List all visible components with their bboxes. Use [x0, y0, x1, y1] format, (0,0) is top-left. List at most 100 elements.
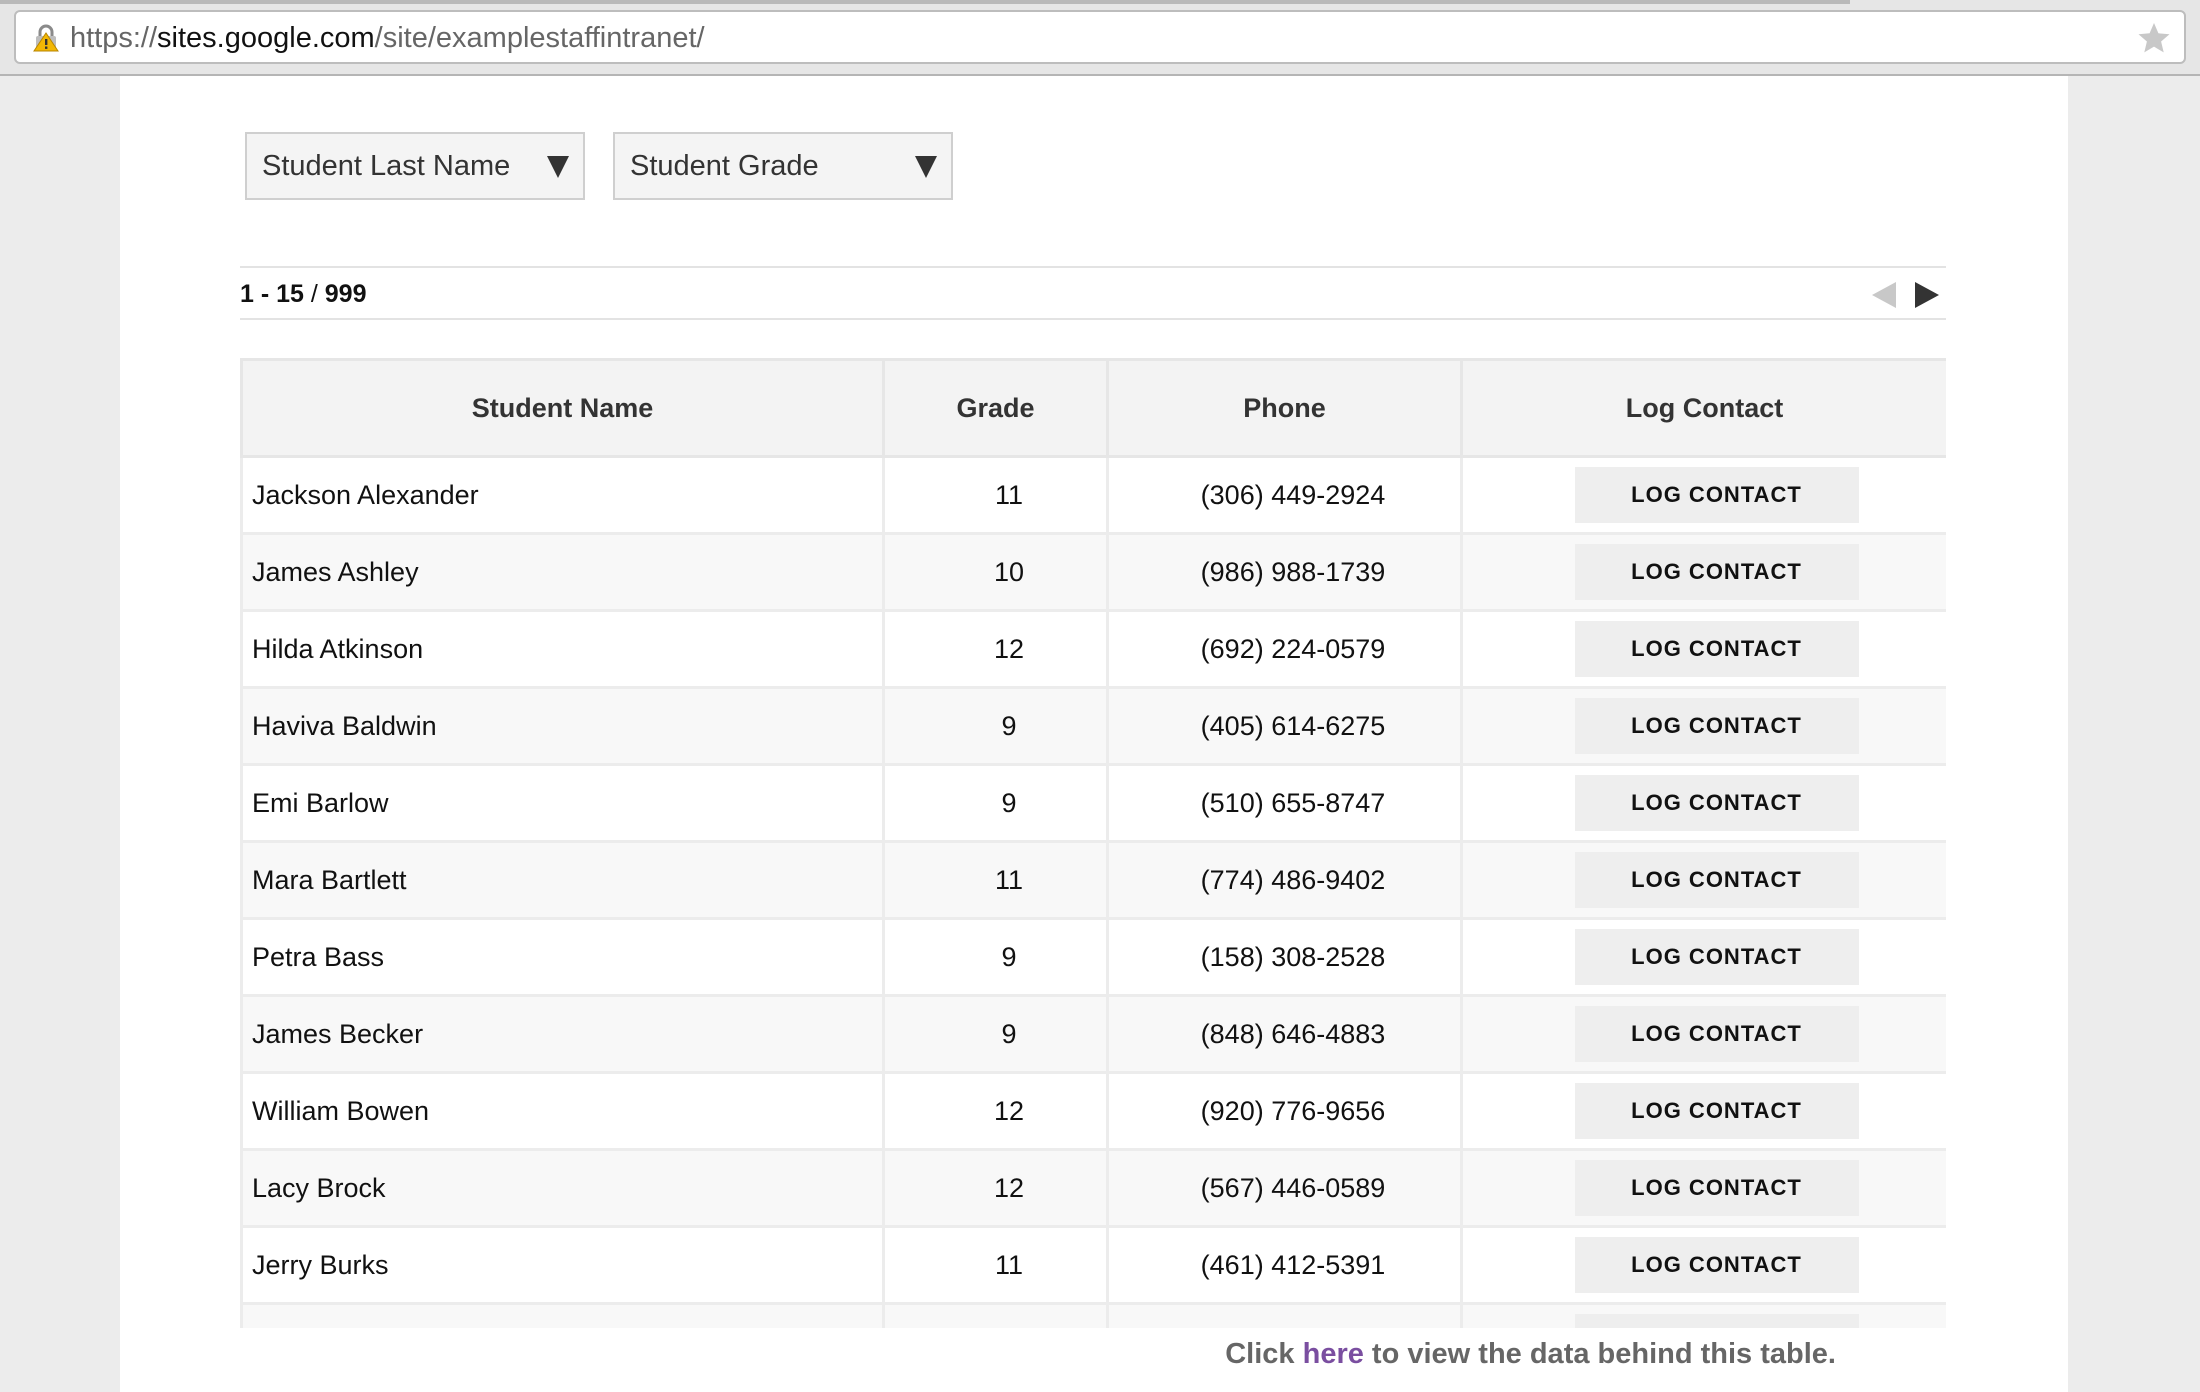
lock-warning-icon — [33, 24, 59, 52]
triangle-right-icon[interactable] — [1915, 282, 1939, 308]
log-contact-cell: LOG CONTACT — [1460, 994, 1946, 1074]
log-contact-cell: LOG CONTACT — [1460, 840, 1946, 920]
pagination-status: 1 - 15 / 999 — [240, 280, 367, 309]
log-contact-button[interactable]: LOG CONTACT — [1574, 929, 1859, 985]
log-contact-button[interactable]: LOG CONTACT — [1574, 775, 1859, 831]
grade-cell: 9 — [882, 686, 1109, 766]
footer-text-before: Click — [1225, 1338, 1303, 1370]
log-contact-button[interactable]: LOG CONTACT — [1574, 1160, 1859, 1216]
student-name-cell: Mara Bartlett — [240, 840, 885, 920]
student-name-cell: Jerry Burks — [240, 1225, 885, 1305]
grade-cell: 9 — [882, 763, 1109, 843]
log-contact-cell: LOG CONTACT — [1460, 917, 1946, 997]
url-path: /site/examplestaffintranet/ — [374, 22, 705, 54]
student-name-cell: Haviva Baldwin — [240, 686, 885, 766]
grade-cell: 12 — [882, 1148, 1109, 1228]
student-name-cell: Jackson Alexander — [240, 455, 885, 535]
log-contact-cell: LOG CONTACT — [1460, 532, 1946, 612]
student-name-cell: Petra Bass — [240, 917, 885, 997]
phone-cell: (461) 412-5391 — [1106, 1225, 1463, 1305]
table-header-row: Student Name Grade Phone Log Contact — [240, 358, 1946, 458]
log-contact-button[interactable]: LOG CONTACT — [1574, 1006, 1859, 1062]
url-scheme: https:// — [70, 22, 158, 54]
table-body: Jackson Alexander 11 (306) 449-2924 LOG CON… — [240, 455, 1946, 1328]
log-contact-button[interactable]: LOG CONTACT — [1574, 1083, 1859, 1139]
phone-cell: (774) 486-9402 — [1106, 840, 1463, 920]
phone-cell — [1106, 1302, 1463, 1328]
footer-note: Click here to view the data behind this … — [1225, 1338, 1836, 1371]
table-row: Haviva Baldwin 9 (405) 614-6275 LOG CONTACT — [240, 686, 1946, 766]
column-header-grade[interactable]: Grade — [882, 358, 1109, 458]
url-text[interactable]: https://sites.google.com/site/examplesta… — [70, 22, 705, 55]
triangle-left-icon[interactable] — [1872, 282, 1896, 308]
phone-cell: (848) 646-4883 — [1106, 994, 1463, 1074]
log-contact-cell: LOG CONTACT — [1460, 609, 1946, 689]
phone-cell: (567) 446-0589 — [1106, 1148, 1463, 1228]
table-row: James Becker 9 (848) 646-4883 LOG CONTACT — [240, 994, 1946, 1074]
log-contact-button[interactable]: LOG CONTACT — [1574, 698, 1859, 754]
grade-cell: 11 — [882, 455, 1109, 535]
last-name-filter-dropdown[interactable]: Student Last Name — [245, 132, 585, 200]
student-name-cell: William Bowen — [240, 1071, 885, 1151]
page-content: Student Last Name Student Grade 1 - 15 /… — [120, 76, 2068, 1392]
phone-cell: (692) 224-0579 — [1106, 609, 1463, 689]
log-contact-cell: LOG CONTACT — [1460, 763, 1946, 843]
table-row: William Bowen 12 (920) 776-9656 LOG CONTACT — [240, 1071, 1946, 1151]
grade-cell: 12 — [882, 609, 1109, 689]
pagination-bar: 1 - 15 / 999 — [240, 266, 1946, 320]
footer-text-after: to view the data behind this table. — [1363, 1338, 1836, 1370]
log-contact-button[interactable]: LOG CONTACT — [1574, 852, 1859, 908]
table-row — [240, 1302, 1946, 1328]
grade-cell: 10 — [882, 532, 1109, 612]
table-row: James Ashley 10 (986) 988-1739 LOG CONTACT — [240, 532, 1946, 612]
tab-strip — [0, 0, 1850, 4]
grade-cell — [882, 1302, 1109, 1328]
phone-cell: (158) 308-2528 — [1106, 917, 1463, 997]
triangle-down-icon — [915, 156, 937, 178]
grade-cell: 9 — [882, 917, 1109, 997]
student-table-container[interactable]: Student Name Grade Phone Log Contact Jac… — [240, 358, 1946, 1328]
log-contact-button[interactable]: LOG CONTACT — [1574, 467, 1859, 523]
star-icon[interactable] — [2136, 20, 2172, 56]
browser-chrome: https://sites.google.com/site/examplesta… — [0, 0, 2200, 76]
table-row: Emi Barlow 9 (510) 655-8747 LOG CONTACT — [240, 763, 1946, 843]
view-data-link[interactable]: here — [1303, 1338, 1364, 1370]
student-name-cell: Lacy Brock — [240, 1148, 885, 1228]
student-name-cell: James Becker — [240, 994, 885, 1074]
student-table: Student Name Grade Phone Log Contact Jac… — [240, 358, 1946, 1328]
log-contact-cell: LOG CONTACT — [1460, 1225, 1946, 1305]
log-contact-cell: LOG CONTACT — [1460, 1148, 1946, 1228]
table-row: Mara Bartlett 11 (774) 486-9402 LOG CONTACT — [240, 840, 1946, 920]
column-header-log-contact[interactable]: Log Contact — [1460, 358, 1946, 458]
url-domain: sites.google.com — [157, 22, 375, 54]
phone-cell: (306) 449-2924 — [1106, 455, 1463, 535]
grade-cell: 11 — [882, 840, 1109, 920]
column-header-student-name[interactable]: Student Name — [240, 358, 885, 458]
log-contact-cell: LOG CONTACT — [1460, 1071, 1946, 1151]
pagination-separator: / — [303, 280, 325, 308]
log-contact-cell: LOG CONTACT — [1460, 455, 1946, 535]
triangle-down-icon — [547, 156, 569, 178]
column-header-phone[interactable]: Phone — [1106, 358, 1463, 458]
table-row: Petra Bass 9 (158) 308-2528 LOG CONTACT — [240, 917, 1946, 997]
log-contact-button[interactable]: LOG CONTACT — [1574, 1237, 1859, 1293]
log-contact-button[interactable]: LOG CONTACT — [1574, 621, 1859, 677]
student-name-cell: Emi Barlow — [240, 763, 885, 843]
table-row: Hilda Atkinson 12 (692) 224-0579 LOG CONTAC… — [240, 609, 1946, 689]
table-row: Jackson Alexander 11 (306) 449-2924 LOG CON… — [240, 455, 1946, 535]
phone-cell: (920) 776-9656 — [1106, 1071, 1463, 1151]
grade-filter-dropdown[interactable]: Student Grade — [613, 132, 953, 200]
log-contact-button[interactable] — [1574, 1314, 1859, 1328]
log-contact-cell — [1460, 1302, 1946, 1328]
phone-cell: (510) 655-8747 — [1106, 763, 1463, 843]
address-bar[interactable]: https://sites.google.com/site/examplesta… — [14, 10, 2186, 64]
log-contact-button[interactable]: LOG CONTACT — [1574, 544, 1859, 600]
phone-cell: (986) 988-1739 — [1106, 532, 1463, 612]
last-name-filter-label: Student Last Name — [262, 150, 511, 182]
grade-cell: 11 — [882, 1225, 1109, 1305]
table-row: Lacy Brock 12 (567) 446-0589 LOG CONTACT — [240, 1148, 1946, 1228]
table-row: Jerry Burks 11 (461) 412-5391 LOG CONTACT — [240, 1225, 1946, 1305]
phone-cell: (405) 614-6275 — [1106, 686, 1463, 766]
log-contact-cell: LOG CONTACT — [1460, 686, 1946, 766]
student-name-cell: Hilda Atkinson — [240, 609, 885, 689]
